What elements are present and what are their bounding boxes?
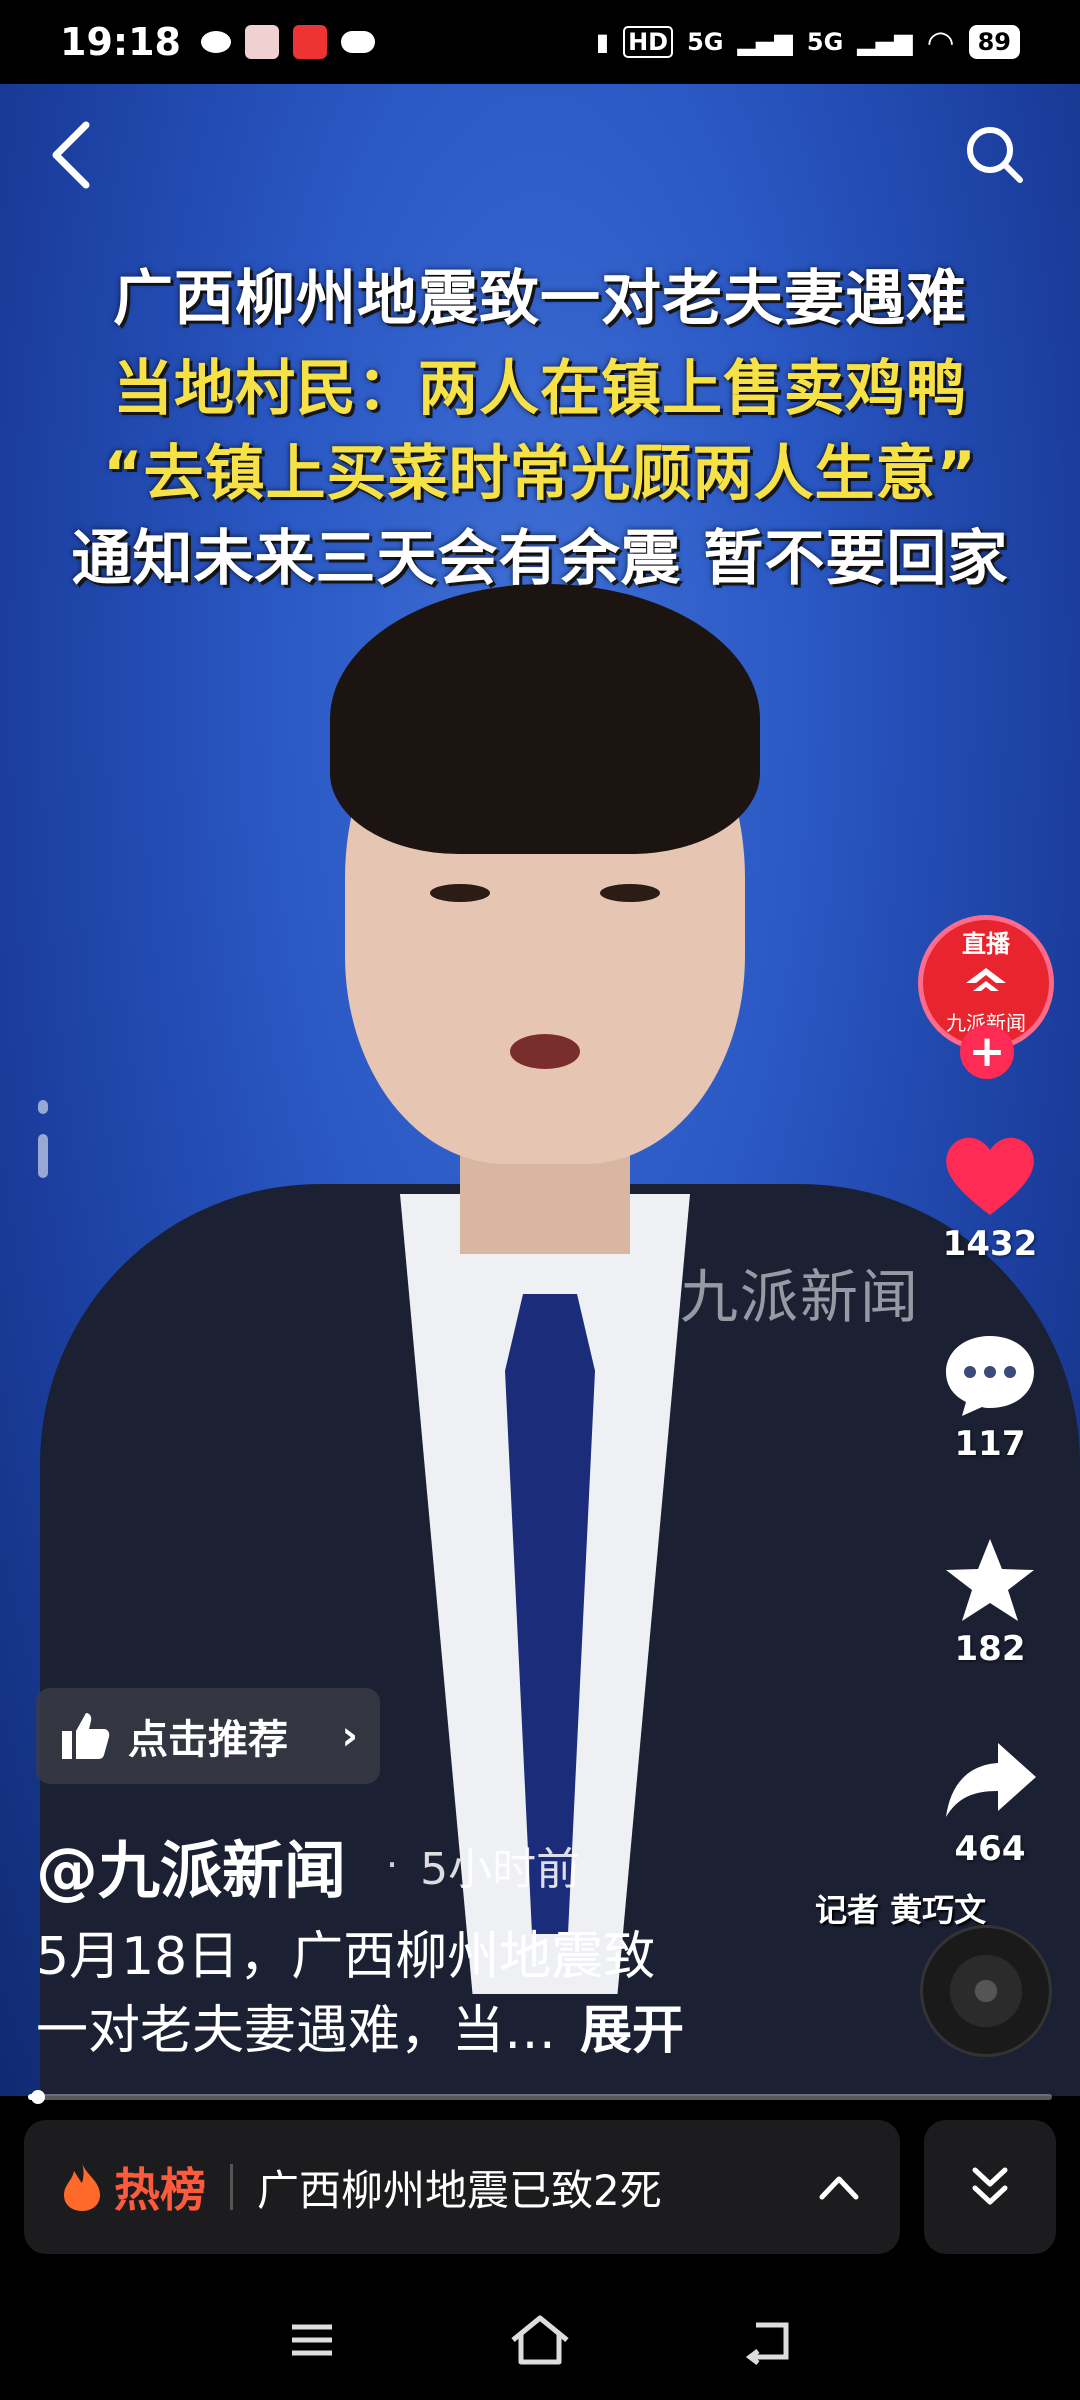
- flame-icon: [64, 2163, 100, 2211]
- news-anchor-hair: [330, 584, 760, 854]
- post-time: 5小时前: [420, 1844, 581, 1895]
- progress-knob[interactable]: [31, 2090, 46, 2104]
- hot-topic-text: 广西柳州地震已致2死: [257, 2165, 662, 2215]
- notification-icons: [200, 25, 375, 59]
- chevron-up-icon[interactable]: [814, 2167, 864, 2207]
- news-anchor-eye: [430, 884, 490, 902]
- music-disc[interactable]: [920, 1925, 1052, 2057]
- chevron-left-icon: [52, 121, 90, 189]
- author-name[interactable]: @九派新闻: [36, 1820, 346, 1910]
- app-notification-icon: [200, 31, 231, 53]
- search-icon: [967, 127, 1023, 183]
- avatar-notification-icon: [244, 25, 279, 59]
- recommend-button[interactable]: 点击推荐 ›: [36, 1688, 380, 1784]
- favorite-button[interactable]: 182: [930, 1535, 1050, 1669]
- caption-line: 一对老夫妻遇难，当…: [36, 2001, 557, 2061]
- divider: [230, 2164, 233, 2210]
- watermark-logo: 九派新闻: [680, 1263, 921, 1331]
- live-label: 直播: [962, 930, 1010, 958]
- red-app-notification-icon: [292, 25, 327, 59]
- share-arrow-icon: [946, 1743, 1036, 1817]
- cloud-icon: [340, 31, 375, 53]
- signal-bars-icon: ▂▄▆: [737, 28, 793, 56]
- caption-line: 5月18日，广西柳州地震致: [36, 1927, 656, 1987]
- expand-link[interactable]: 展开: [580, 2001, 684, 2061]
- page-dot-active: [38, 1134, 48, 1178]
- author-line: @九派新闻 · 5小时前: [36, 1820, 580, 1910]
- page-indicator: [38, 1100, 52, 1198]
- double-chevron-down-icon: [972, 2167, 1008, 2205]
- star-icon: [946, 1539, 1034, 1621]
- thumbs-up-icon: [62, 1713, 110, 1759]
- page-dot: [38, 1100, 48, 1114]
- collapse-button[interactable]: [924, 2120, 1056, 2254]
- signal-5g-2: 5G: [806, 28, 844, 56]
- like-button[interactable]: 1432: [930, 1130, 1050, 1264]
- headline-line: 当地村民：两人在镇上售卖鸡鸭: [113, 354, 967, 424]
- separator-dot: ·: [386, 1843, 399, 1887]
- battery-indicator: 89: [968, 25, 1020, 59]
- status-time: 19:18: [60, 20, 181, 64]
- home-icon[interactable]: [505, 2312, 575, 2368]
- wifi-icon: ◠: [926, 23, 955, 61]
- headline-line: “去镇上买菜时常光顾两人生意”: [103, 439, 977, 509]
- jiupai-logo-icon: [966, 968, 1006, 991]
- signal-5g-1: 5G: [687, 28, 724, 56]
- status-right: ▮ HD 5G ▂▄▆ 5G ▂▄▆ ◠ 89: [596, 23, 1020, 61]
- menu-icon[interactable]: [282, 2315, 342, 2365]
- favorite-count: 182: [954, 1629, 1026, 1669]
- comment-count: 117: [954, 1424, 1026, 1464]
- comment-button[interactable]: 117: [930, 1330, 1050, 1464]
- hd-icon: HD: [623, 26, 674, 58]
- chevron-right-icon: ›: [341, 1713, 358, 1759]
- share-button[interactable]: 464: [930, 1735, 1050, 1869]
- back-nav-icon[interactable]: [738, 2315, 798, 2365]
- recommend-label: 点击推荐: [128, 1717, 288, 1763]
- signal-bars-icon: ▂▄▆: [857, 28, 913, 56]
- system-nav-bar: [0, 2280, 1080, 2400]
- video-caption[interactable]: 5月18日，广西柳州地震致 一对老夫妻遇难，当… 展开: [36, 1920, 856, 2068]
- follow-button[interactable]: +: [960, 1025, 1014, 1079]
- back-button[interactable]: [40, 115, 110, 195]
- share-count: 464: [954, 1829, 1026, 1869]
- headline-line: 广西柳州地震致一对老夫妻遇难: [113, 264, 967, 334]
- hot-list-tag: 热榜: [114, 2163, 206, 2217]
- heart-icon: [946, 1137, 1034, 1215]
- headline-line: 通知未来三天会有余震 暂不要回家: [71, 524, 1009, 594]
- hot-list-bar[interactable]: 热榜 广西柳州地震已致2死: [24, 2120, 900, 2254]
- news-anchor-eye: [600, 884, 660, 902]
- like-count: 1432: [942, 1224, 1038, 1264]
- video-progress-bar[interactable]: [28, 2090, 1052, 2104]
- news-anchor-mouth: [510, 1034, 580, 1069]
- plus-icon: +: [968, 1026, 1006, 1077]
- search-button[interactable]: [960, 120, 1030, 190]
- comment-icon: [946, 1336, 1034, 1416]
- status-bar: 19:18 ▮ HD 5G ▂▄▆ 5G ▂▄▆ ◠ 89: [0, 0, 1080, 84]
- vibrate-icon: ▮: [595, 28, 610, 56]
